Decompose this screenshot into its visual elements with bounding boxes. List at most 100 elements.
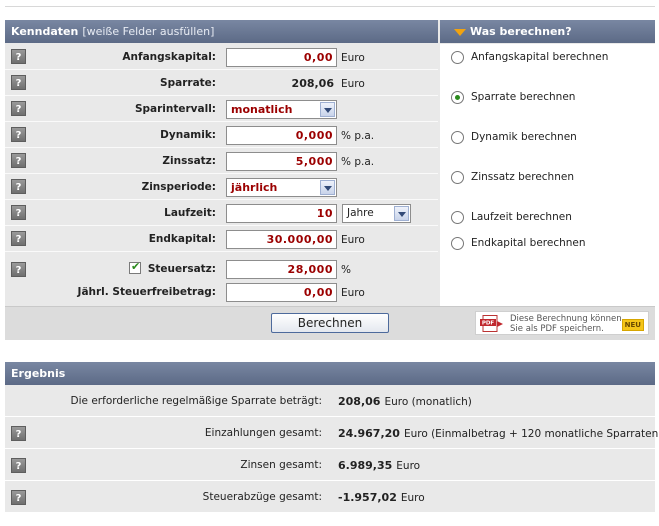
freibetrag-input[interactable]: 0,00	[226, 283, 337, 302]
radio-label: Zinssatz berechnen	[471, 171, 574, 183]
sparrate-label: Sparrate:	[160, 77, 216, 89]
help-icon[interactable]: ?	[11, 75, 26, 90]
kenndaten-panel: Kenndaten [weiße Felder ausfüllen] Was be…	[5, 20, 655, 340]
endkapital-unit: Euro	[341, 234, 365, 246]
anfangskapital-label: Anfangskapital:	[122, 51, 216, 63]
was-berechnen-header: Was berechnen?	[440, 20, 655, 43]
help-icon[interactable]: ?	[11, 262, 26, 277]
anfangskapital-unit: Euro	[341, 52, 365, 64]
result-label: Einzahlungen gesamt:	[204, 427, 322, 439]
action-bar: Berechnen PDF Diese Berechnung können Si…	[5, 306, 655, 340]
help-icon[interactable]: ?	[11, 426, 26, 441]
chevron-down-icon[interactable]	[320, 180, 335, 195]
chevron-down-icon[interactable]	[394, 206, 409, 221]
row-sparrate: ? Sparrate: 208,06 Euro	[5, 70, 438, 96]
result-label: Steuerabzüge gesamt:	[202, 491, 322, 503]
sparintervall-label: Sparintervall:	[134, 103, 216, 115]
pdf-icon: PDF	[480, 315, 503, 332]
result-label: Die erforderliche regelmäßige Sparrate b…	[70, 395, 322, 407]
svg-text:PDF: PDF	[482, 321, 495, 327]
result-value: 24.967,20 Euro (Einmalbetrag + 120 monatl…	[338, 427, 659, 440]
radio-icon[interactable]	[451, 171, 464, 184]
result-unit: Euro	[400, 492, 425, 504]
chevron-down-icon[interactable]	[320, 102, 335, 117]
help-icon[interactable]: ?	[11, 179, 26, 194]
kenndaten-title: Kenndaten	[11, 25, 79, 38]
sparintervall-selected: monatlich	[231, 103, 293, 116]
zinsperiode-label: Zinsperiode:	[141, 181, 216, 193]
help-icon[interactable]: ?	[11, 101, 26, 116]
radio-label: Laufzeit berechnen	[471, 211, 572, 223]
zinssatz-label: Zinssatz:	[162, 155, 216, 167]
kenndaten-header: Kenndaten [weiße Felder ausfüllen]	[5, 20, 438, 43]
laufzeit-unit-select[interactable]: Jahre	[342, 204, 411, 223]
anfangskapital-input[interactable]: 0,00	[226, 48, 337, 67]
result-row-steuerabzuege: ? Steuerabzüge gesamt: -1.957,02 Euro	[5, 482, 655, 513]
endkapital-input[interactable]: 30.000,00	[226, 230, 337, 249]
radio-selected-icon[interactable]	[451, 91, 464, 104]
sparrate-unit: Euro	[341, 78, 365, 90]
result-label: Zinsen gesamt:	[240, 459, 322, 471]
help-icon[interactable]: ?	[11, 127, 26, 142]
ergebnis-header: Ergebnis	[5, 362, 655, 385]
result-value: 208,06 Euro (monatlich)	[338, 395, 472, 408]
laufzeit-input[interactable]: 10	[226, 204, 337, 223]
help-icon[interactable]: ?	[11, 49, 26, 64]
help-icon[interactable]: ?	[11, 205, 26, 220]
zinsperiode-select[interactable]: jährlich	[226, 178, 337, 197]
result-row-zinsen: ? Zinsen gesamt: 6.989,35 Euro	[5, 450, 655, 481]
zinssatz-unit: % p.a.	[341, 156, 375, 168]
pdf-save-link[interactable]: PDF Diese Berechnung können Sie als PDF …	[475, 311, 649, 335]
row-laufzeit: ? Laufzeit: 10 Jahre	[5, 200, 438, 226]
radio-icon[interactable]	[451, 131, 464, 144]
was-berechnen-title: Was berechnen?	[470, 25, 572, 38]
steuersatz-label: Steuersatz:	[147, 263, 216, 275]
kenndaten-note: [weiße Felder ausfüllen]	[82, 25, 215, 38]
zinssatz-input[interactable]: 5,000	[226, 152, 337, 171]
radio-icon[interactable]	[451, 51, 464, 64]
result-unit: Euro (monatlich)	[384, 396, 472, 408]
help-icon[interactable]: ?	[11, 231, 26, 246]
steuersatz-unit: %	[341, 264, 351, 276]
laufzeit-unit-selected: Jahre	[347, 207, 374, 219]
help-icon[interactable]: ?	[11, 490, 26, 505]
result-value: 6.989,35 Euro	[338, 459, 420, 472]
new-badge: NEU	[621, 319, 644, 331]
pdf-text: Diese Berechnung können Sie als PDF spei…	[510, 314, 622, 334]
help-icon[interactable]: ?	[11, 458, 26, 473]
ergebnis-panel: Ergebnis Die erforderliche regelmäßige S…	[5, 362, 659, 513]
result-value: -1.957,02 Euro	[338, 491, 425, 504]
radio-icon[interactable]	[451, 211, 464, 224]
radio-label: Sparrate berechnen	[471, 91, 576, 103]
row-zinsperiode: ? Zinsperiode: jährlich	[5, 174, 438, 200]
result-number: 24.967,20	[338, 427, 400, 440]
dynamik-unit: % p.a.	[341, 130, 375, 142]
result-row-sparrate: Die erforderliche regelmäßige Sparrate b…	[5, 386, 655, 417]
ergebnis-title: Ergebnis	[11, 367, 66, 380]
sparrate-value: 208,06	[291, 77, 334, 90]
freibetrag-unit: Euro	[341, 287, 365, 299]
freibetrag-label: Jährl. Steuerfreibetrag:	[77, 286, 216, 298]
row-steuer: ? Steuersatz: 28,000 % Jährl. Steuerfrei…	[5, 252, 438, 306]
endkapital-label: Endkapital:	[148, 233, 216, 245]
row-endkapital: ? Endkapital: 30.000,00 Euro	[5, 226, 438, 252]
steuersatz-checkbox[interactable]	[129, 260, 141, 274]
result-number: 208,06	[338, 395, 381, 408]
result-row-einzahlungen: ? Einzahlungen gesamt: 24.967,20 Euro (Ei…	[5, 418, 659, 449]
radio-icon[interactable]	[451, 237, 464, 250]
sparintervall-select[interactable]: monatlich	[226, 100, 337, 119]
row-sparintervall: ? Sparintervall: monatlich	[5, 96, 438, 122]
help-icon[interactable]: ?	[11, 153, 26, 168]
berechnen-button[interactable]: Berechnen	[271, 313, 389, 333]
row-anfangskapital: ? Anfangskapital: 0,00 Euro	[5, 44, 438, 70]
result-unit: Euro (Einmalbetrag + 120 monatliche Spar…	[403, 428, 659, 440]
radio-label: Endkapital berechnen	[471, 237, 586, 249]
zinsperiode-selected: jährlich	[231, 181, 278, 194]
steuersatz-input[interactable]: 28,000	[226, 260, 337, 279]
dynamik-input[interactable]: 0,000	[226, 126, 337, 145]
was-berechnen-options: Anfangskapital berechnen Sparrate berech…	[440, 44, 655, 306]
result-unit: Euro	[396, 460, 421, 472]
row-zinssatz: ? Zinssatz: 5,000 % p.a.	[5, 148, 438, 174]
result-number: 6.989,35	[338, 459, 393, 472]
laufzeit-label: Laufzeit:	[164, 207, 216, 219]
